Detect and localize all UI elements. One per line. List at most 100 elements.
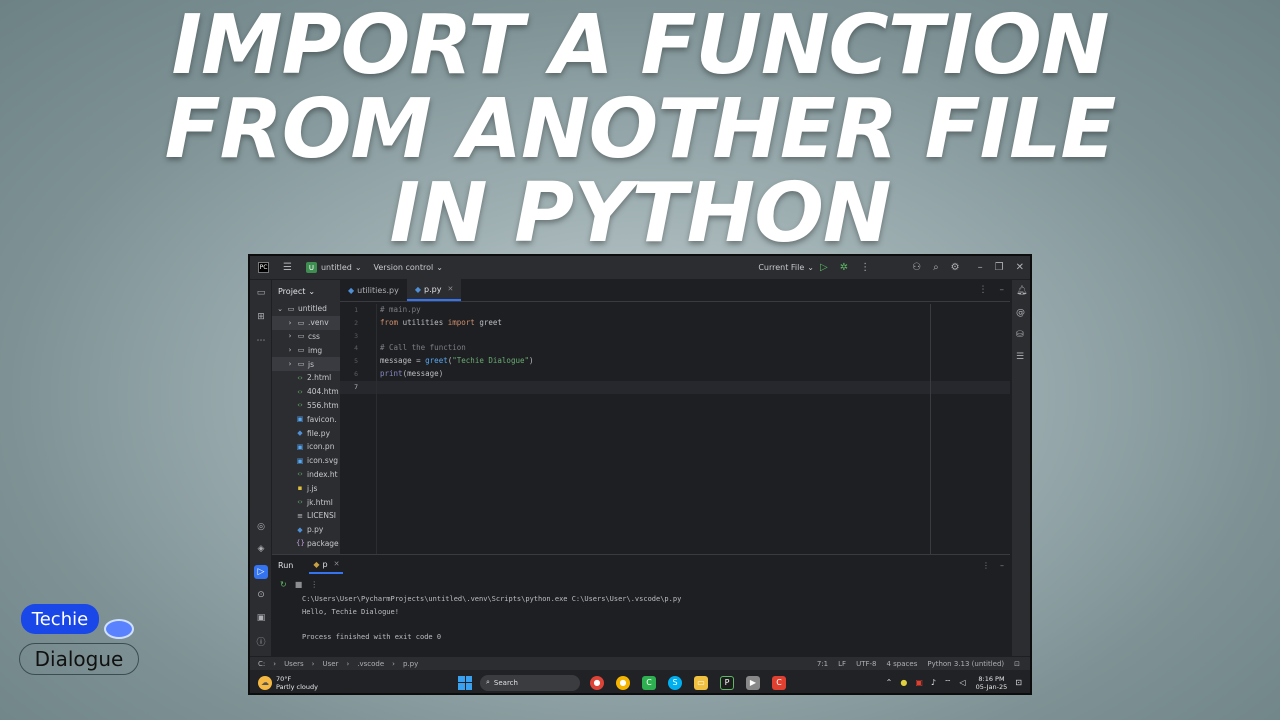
tree-item-img[interactable]: › ▭ img: [272, 343, 340, 357]
python-icon: ◆: [414, 284, 421, 294]
more-tools-icon[interactable]: ⋯: [254, 334, 268, 348]
python-packages-icon[interactable]: ◎: [254, 520, 268, 534]
tree-item-license[interactable]: ≡ LICENSI: [272, 509, 340, 523]
gear-icon[interactable]: ⚙: [951, 262, 960, 273]
tree-item-p-py[interactable]: ◆ p.py: [272, 523, 340, 537]
skype-icon[interactable]: S: [668, 675, 682, 690]
project-folder-icon[interactable]: ▭: [254, 286, 268, 300]
more-options-icon[interactable]: ⋮: [860, 262, 870, 273]
python-interpreter[interactable]: Python 3.13 (untitled): [927, 660, 1004, 668]
search-icon[interactable]: ⌕: [933, 262, 939, 273]
services-icon[interactable]: ⊙: [254, 588, 268, 602]
database-icon[interactable]: ⛁: [1016, 330, 1024, 340]
stop-icon[interactable]: ■: [295, 580, 303, 589]
tree-item-venv[interactable]: › ▭ .venv: [272, 315, 340, 330]
tree-item-icon-png[interactable]: ▣ icon.pn: [272, 440, 340, 454]
terminal-icon[interactable]: ▣: [254, 611, 268, 625]
recorder-icon[interactable]: C: [772, 675, 786, 690]
project-panel-header[interactable]: Project ⌄: [272, 280, 340, 302]
more-options-icon[interactable]: ⋮: [979, 285, 988, 295]
console-output[interactable]: C:\Users\User\PycharmProjects\untitled\.…: [272, 593, 1010, 643]
network-icon[interactable]: ⌔: [944, 678, 952, 688]
indent-setting[interactable]: 4 spaces: [886, 660, 917, 668]
weather-widget[interactable]: ☁ 70°F Partly cloudy: [258, 675, 458, 691]
windows-start-icon[interactable]: [458, 675, 472, 690]
breadcrumb-user[interactable]: User: [322, 660, 338, 668]
html-icon: ‹›: [297, 387, 303, 396]
run-config-selector[interactable]: Current File ⌄: [758, 263, 814, 272]
rerun-icon[interactable]: ↻: [280, 580, 287, 589]
tree-item-2-html[interactable]: ‹› 2.html: [272, 371, 340, 385]
close-icon[interactable]: ✕: [1016, 262, 1024, 273]
main-menu-button[interactable]: ☰: [277, 262, 298, 273]
line-separator[interactable]: LF: [838, 660, 846, 668]
tab-p-py[interactable]: ◆ p.py ✕: [406, 279, 462, 301]
run-tab-p[interactable]: ◆ p ✕: [309, 556, 344, 574]
minimize-icon[interactable]: –: [978, 262, 983, 273]
lock-icon[interactable]: ⊡: [1014, 660, 1020, 668]
version-control-label: Version control: [373, 263, 434, 272]
restore-icon[interactable]: ❐: [995, 262, 1004, 273]
line-numbers: 1 2 3 4 5 6 7: [354, 306, 358, 391]
pycharm-taskbar-icon[interactable]: P: [720, 675, 734, 690]
close-tab-icon[interactable]: ✕: [334, 560, 340, 568]
volume-icon[interactable]: ◁: [960, 678, 966, 687]
notifications-icon[interactable]: 🔔︎: [1016, 286, 1027, 296]
tree-item-j-js[interactable]: ▪ j.js: [272, 481, 340, 495]
version-control-menu[interactable]: Version control ⌄: [374, 263, 443, 272]
more-options-icon[interactable]: ⋮: [982, 561, 990, 570]
tree-item-icon-svg[interactable]: ▣ icon.svg: [272, 454, 340, 468]
layers-icon[interactable]: ◈: [254, 542, 268, 556]
tree-item-favicon[interactable]: ▣ favicon.: [272, 412, 340, 426]
tray-app-icon[interactable]: ●: [900, 678, 907, 687]
file-encoding[interactable]: UTF-8: [856, 660, 876, 668]
problems-icon[interactable]: ⓘ: [254, 634, 268, 648]
debug-icon[interactable]: ✲: [840, 262, 848, 273]
structure-icon[interactable]: ⊞: [254, 310, 268, 324]
tree-item-404-html[interactable]: ‹› 404.htm: [272, 385, 340, 399]
ai-assistant-icon[interactable]: @: [1016, 308, 1025, 318]
breadcrumb-vscode[interactable]: .vscode: [357, 660, 384, 668]
sciview-icon[interactable]: ☰: [1016, 352, 1024, 362]
code-editor[interactable]: ◆ utilities.py ◆ p.py ✕ ⋮ – 1 2 3 4 5 6 …: [340, 279, 1010, 554]
tray-pdf-icon[interactable]: ▣: [915, 678, 923, 687]
code-line-2: from utilities import greet: [380, 317, 502, 327]
project-selector[interactable]: U untitled ⌄: [305, 262, 362, 273]
camtasia-icon[interactable]: C: [642, 675, 656, 690]
windows-taskbar: ☁ 70°F Partly cloudy ⌕ Search ● ● C S ▭ …: [250, 670, 1030, 693]
hide-panel-icon[interactable]: –: [1000, 285, 1005, 295]
taskbar-clock[interactable]: 8:16 PM 05-Jan-25: [976, 675, 1008, 691]
chrome-icon[interactable]: ●: [590, 675, 604, 690]
microphone-icon[interactable]: ♪: [931, 678, 936, 687]
folder-icon: ▭: [287, 304, 295, 313]
tree-item-js[interactable]: › ▭ js: [272, 357, 340, 371]
close-tab-icon[interactable]: ✕: [447, 285, 453, 293]
run-tool-icon[interactable]: ▷: [254, 565, 268, 579]
tree-item-index-html[interactable]: ‹› index.ht: [272, 468, 340, 482]
media-player-icon[interactable]: ▶: [746, 675, 760, 690]
tree-item-package[interactable]: {} package: [272, 537, 340, 551]
taskbar-search[interactable]: ⌕ Search: [480, 674, 580, 691]
tab-utilities-py[interactable]: ◆ utilities.py: [340, 279, 407, 301]
notification-center-icon[interactable]: ⊡: [1015, 678, 1022, 687]
breadcrumb-file[interactable]: p.py: [403, 660, 418, 668]
file-explorer-icon[interactable]: ▭: [694, 675, 708, 690]
tree-item-untitled[interactable]: ⌄ ▭ untitled: [272, 302, 340, 316]
breadcrumb-users[interactable]: Users: [284, 660, 304, 668]
tree-item-556-html[interactable]: ‹› 556.htm: [272, 399, 340, 413]
tree-item-jk-html[interactable]: ‹› jk.html: [272, 495, 340, 509]
code-content[interactable]: # main.py from utilities import greet # …: [380, 304, 534, 394]
tree-item-css[interactable]: › ▭ css: [272, 330, 340, 344]
caret-position[interactable]: 7:1: [817, 660, 828, 668]
run-icon[interactable]: ▷: [820, 262, 828, 273]
tree-item-file-py[interactable]: ◆ file.py: [272, 426, 340, 440]
add-user-icon[interactable]: ⚇: [912, 262, 921, 273]
chrome-profile-icon[interactable]: ●: [616, 675, 630, 690]
more-options-icon[interactable]: ⋮: [310, 580, 318, 589]
code-line-1: # main.py: [380, 305, 421, 314]
chevron-up-icon[interactable]: ⌃: [886, 678, 893, 687]
breadcrumb-drive[interactable]: C:: [258, 660, 265, 668]
hide-panel-icon[interactable]: –: [1000, 561, 1004, 570]
python-icon: ◆: [348, 285, 355, 295]
